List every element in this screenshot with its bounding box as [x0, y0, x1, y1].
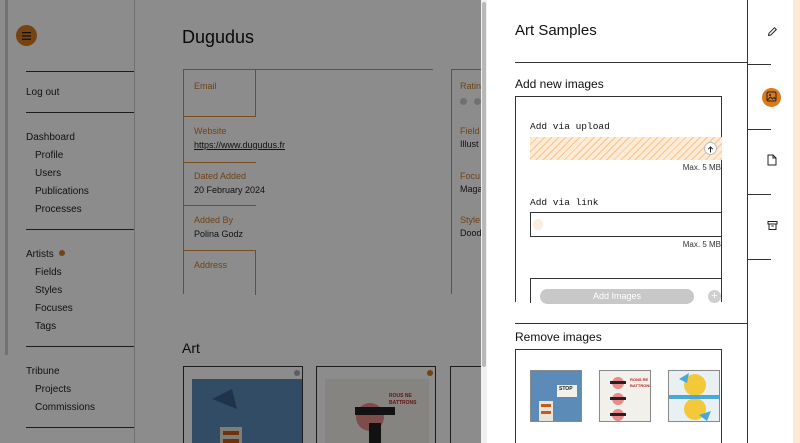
thumbnail-image — [669, 371, 719, 421]
add-more-button[interactable]: + — [708, 290, 721, 303]
arrow-up-icon — [707, 140, 714, 158]
upload-dropzone[interactable] — [530, 137, 722, 160]
edit-tab[interactable] — [765, 26, 779, 40]
document-icon — [767, 153, 777, 171]
remove-images-panel: STOP RONS RE BATTRONS — [515, 349, 722, 443]
archive-icon — [767, 218, 778, 236]
link-input[interactable] — [530, 212, 722, 237]
scrollbar-thumb[interactable] — [482, 2, 486, 367]
image-tab[interactable] — [762, 88, 781, 107]
thumbnail-caption: RONS RE BATTRONS — [630, 377, 651, 388]
link-hint: Max. 5 MB — [682, 240, 721, 249]
drawer-title: Art Samples — [515, 22, 597, 39]
add-actions-box: Add Images + — [530, 278, 722, 304]
edit-icon — [767, 24, 778, 42]
thumbnail-caption: STOP — [559, 386, 573, 392]
add-images-button[interactable]: Add Images — [540, 289, 694, 304]
archive-tab[interactable] — [765, 220, 779, 234]
image-icon — [766, 89, 777, 107]
modal-overlay[interactable] — [0, 0, 482, 443]
add-images-heading: Add new images — [515, 77, 604, 91]
upload-hint: Max. 5 MB — [682, 163, 721, 172]
art-samples-drawer: Art Samples Add new images Add via uploa… — [487, 0, 747, 443]
image-thumbnail[interactable] — [668, 370, 720, 422]
image-thumbnail[interactable]: RONS RE BATTRONS — [599, 370, 651, 422]
plus-icon: + — [711, 290, 718, 302]
remove-images-heading: Remove images — [515, 330, 602, 344]
upload-button[interactable] — [704, 142, 717, 155]
link-label: Add via link — [530, 197, 599, 208]
rail-accent-stripe — [793, 0, 800, 443]
input-focus-marker — [533, 219, 543, 230]
document-tab[interactable] — [765, 153, 779, 171]
image-thumbnail[interactable]: STOP — [530, 370, 582, 422]
add-images-panel: Add via upload Max. 5 MB Add via link Ma… — [515, 96, 722, 304]
upload-label: Add via upload — [530, 121, 610, 132]
thumbnail-image — [531, 371, 581, 421]
